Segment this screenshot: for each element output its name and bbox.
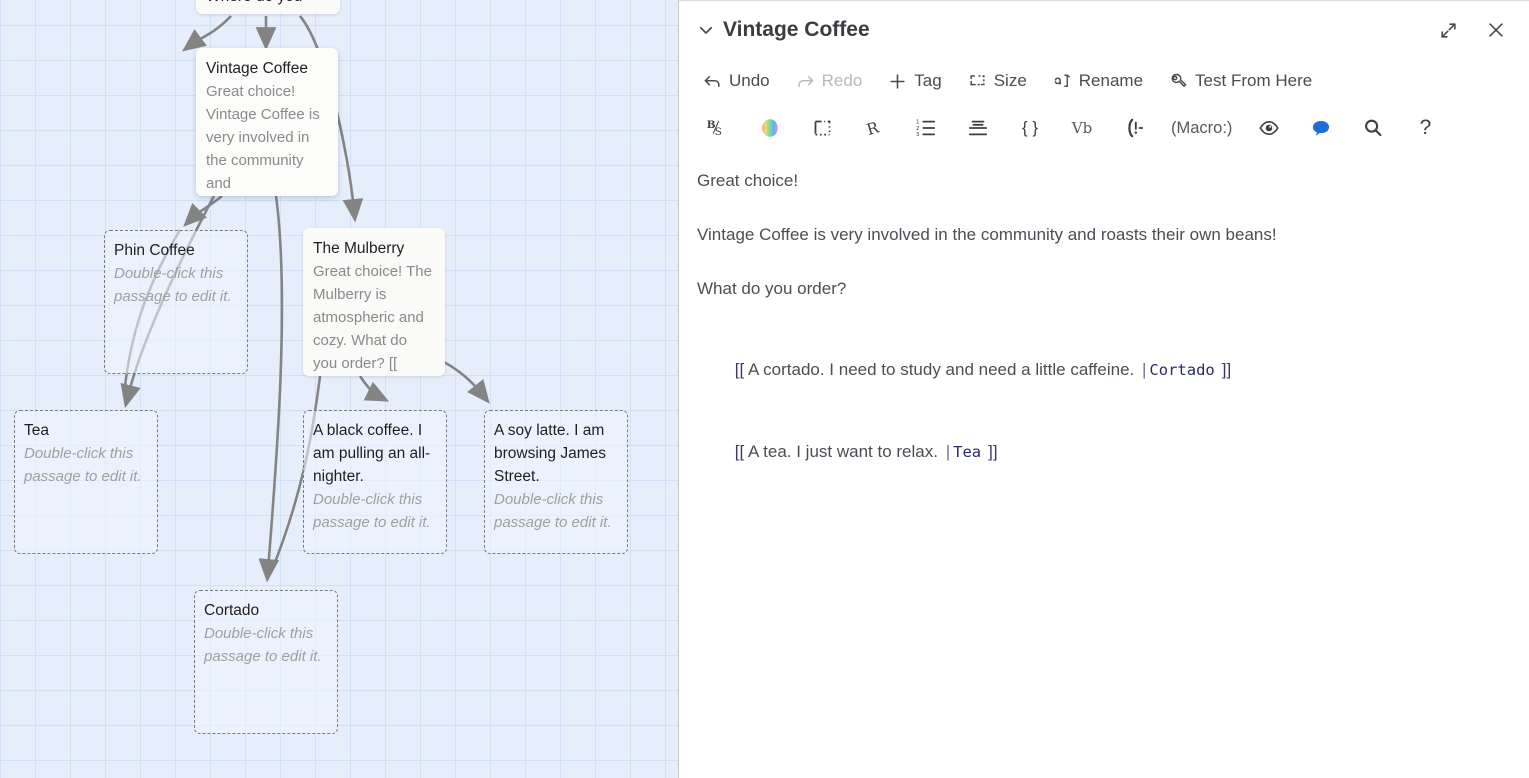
redo-icon	[796, 72, 815, 91]
passage-excerpt: Double-click this passage to edit it.	[114, 265, 232, 305]
undo-icon	[703, 72, 722, 91]
search-icon[interactable]	[1348, 109, 1398, 147]
wrench-icon	[1169, 72, 1188, 91]
link-pipe: |	[945, 442, 951, 461]
editor-header: Vintage Coffee	[679, 1, 1529, 59]
size-icon	[968, 72, 987, 91]
passage-connection-arrows	[120, 15, 490, 583]
link-display-text: A tea. I just want to relax.	[744, 442, 943, 461]
passage-title: The Mulberry	[313, 240, 405, 257]
editor-format-toolbar: B S R 1 2 3 {} Vb (Macro:) ?	[679, 103, 1529, 153]
link-display-text: A cortado. I need to study and need a li…	[744, 360, 1139, 379]
chevron-down-icon[interactable]	[693, 17, 719, 43]
undo-label: Undo	[729, 71, 770, 90]
numbered-list-icon[interactable]: 1 2 3	[901, 109, 951, 147]
verbatim-icon[interactable]: Vb	[1057, 109, 1107, 147]
passage-text-editor[interactable]: Great choice! Vintage Coffee is very inv…	[679, 153, 1529, 778]
passage-cortado[interactable]: Cortado Double-click this passage to edit…	[194, 590, 338, 734]
passage-title: Tea	[24, 422, 49, 439]
svg-text:2: 2	[916, 126, 919, 132]
passage-excerpt: Great choice! Vintage Coffee is very inv…	[206, 83, 324, 192]
color-wheel-icon[interactable]	[745, 109, 795, 147]
question-mark-icon[interactable]: ?	[1400, 109, 1450, 147]
passage-title: Where do you	[206, 0, 330, 8]
size-button[interactable]: Size	[958, 67, 1037, 95]
dashed-box-icon[interactable]	[797, 109, 847, 147]
test-from-here-label: Test From Here	[1195, 71, 1313, 90]
redo-button[interactable]: Redo	[786, 67, 873, 95]
link-open-bracket: [[	[734, 442, 745, 461]
rename-icon	[1053, 72, 1072, 91]
passage-title: Phin Coffee	[114, 242, 195, 259]
passage-the-mulberry[interactable]: The Mulberry Great choice! The Mulberry i…	[303, 228, 445, 376]
story-map-canvas[interactable]: Where do you Vintage Coffee Great choice! …	[0, 0, 678, 778]
passage-excerpt: Double-click this passage to edit it.	[24, 445, 142, 485]
rename-label: Rename	[1078, 71, 1144, 90]
passage-excerpt: Double-click this passage to edit it.	[494, 491, 612, 531]
passage-vintage-coffee[interactable]: Vintage Coffee Great choice! Vintage Coff…	[196, 48, 338, 196]
editor-blank-2	[697, 248, 1511, 275]
passage-excerpt: Double-click this passage to edit it.	[313, 491, 431, 531]
braces-icon[interactable]: { }	[1005, 109, 1055, 147]
editor-blank-1	[697, 194, 1511, 221]
svg-text:3: 3	[916, 132, 920, 138]
link-pipe: |	[1142, 360, 1147, 379]
story-editor-app: Where do you Vintage Coffee Great choice! …	[0, 0, 1529, 778]
tag-label: Tag	[914, 71, 942, 90]
redo-label: Redo	[821, 71, 863, 90]
bold-strike-icon[interactable]: B S	[693, 109, 743, 147]
rename-button[interactable]: Rename	[1043, 67, 1153, 95]
editor-line-3: What do you order?	[697, 279, 847, 298]
svg-text:R: R	[865, 118, 882, 139]
passage-phin-coffee[interactable]: Phin Coffee Double-click this passage to …	[104, 230, 248, 374]
link-close-bracket: ]]	[988, 442, 998, 461]
svg-text:1: 1	[916, 119, 919, 125]
comment-markup-icon[interactable]	[1109, 109, 1159, 147]
editor-link-line-2: [[ A tea. I just want to relax. | Tea]]	[697, 411, 1511, 493]
passage-a-black-coffee[interactable]: A black coffee. I am pulling an all-nigh…	[303, 410, 447, 554]
align-center-icon[interactable]	[953, 109, 1003, 147]
rotated-r-icon[interactable]: R	[849, 109, 899, 147]
add-tag-button[interactable]: Tag	[878, 67, 951, 95]
passage-where-do-you[interactable]: Where do you	[196, 0, 340, 14]
eye-icon[interactable]	[1244, 109, 1294, 147]
size-label: Size	[993, 71, 1027, 90]
link-open-bracket: [[	[734, 360, 745, 379]
editor-primary-toolbar: Undo Redo Tag Size Rename Test From Here	[679, 59, 1529, 103]
macro-icon[interactable]: (Macro:)	[1161, 109, 1242, 147]
passage-title: Vintage Coffee	[206, 60, 308, 77]
editor-line-1: Great choice!	[697, 171, 799, 190]
maximize-icon[interactable]	[1433, 15, 1463, 45]
undo-button[interactable]: Undo	[693, 67, 780, 95]
editor-blank-3	[697, 302, 1511, 329]
passage-excerpt: Double-click this passage to edit it.	[204, 625, 322, 665]
passage-title: A black coffee. I am pulling an all-nigh…	[313, 422, 431, 485]
link-close-bracket: ]]	[1221, 360, 1232, 379]
link-target[interactable]: Tea	[953, 443, 981, 461]
page-title: Vintage Coffee	[723, 18, 870, 41]
speech-bubble-icon[interactable]	[1296, 109, 1346, 147]
editor-line-2: Vintage Coffee is very involved in the c…	[697, 225, 1277, 244]
close-icon[interactable]	[1481, 15, 1511, 45]
passage-title: Cortado	[204, 602, 260, 619]
test-from-here-button[interactable]: Test From Here	[1159, 67, 1322, 95]
passage-a-soy-latte[interactable]: A soy latte. I am browsing James Street.…	[484, 410, 628, 554]
passage-tea[interactable]: Tea Double-click this passage to edit it.	[14, 410, 158, 554]
passage-title: A soy latte. I am browsing James Street.	[494, 422, 611, 485]
passage-excerpt: Great choice! The Mulberry is atmospheri…	[313, 263, 437, 372]
plus-icon	[888, 72, 907, 91]
editor-link-line-1: [[ A cortado. I need to study and need a…	[697, 329, 1511, 411]
link-target[interactable]: Cortado	[1149, 361, 1214, 379]
passage-editor-panel: Vintage Coffee Undo Redo Tag Size Rename…	[678, 0, 1529, 778]
